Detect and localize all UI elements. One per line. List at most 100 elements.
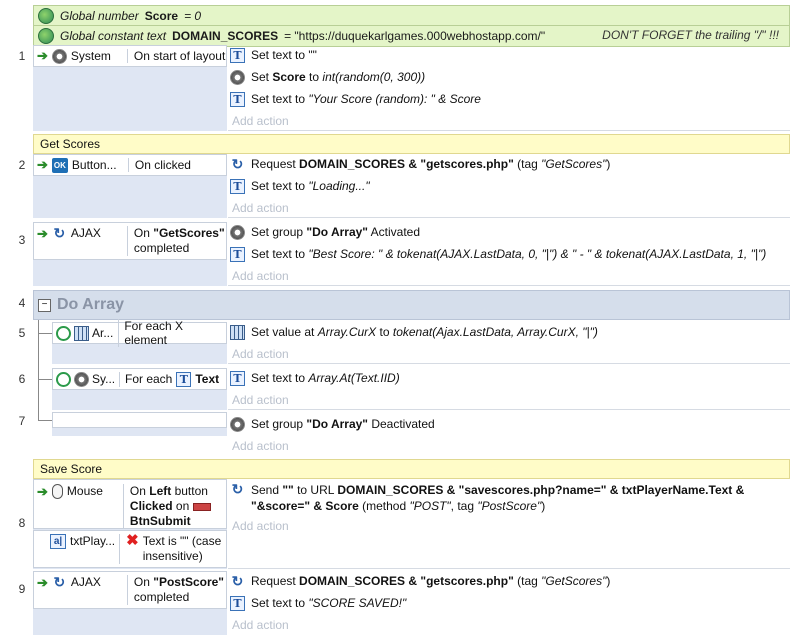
trigger-arrow-icon: ➔: [37, 575, 48, 590]
action-row[interactable]: Set group "Do Array" Activated: [230, 222, 790, 242]
condition-object-name: Text: [195, 372, 220, 386]
action-tag: "GetScores": [541, 574, 607, 588]
add-action-link[interactable]: Add action: [230, 516, 790, 536]
text-object-icon: T: [230, 595, 245, 611]
action-expr: Array.CurX: [317, 325, 377, 339]
global-prefix: Global constant text: [60, 29, 167, 43]
action-row[interactable]: Set value at Array.CurX to tokenat(Ajax.…: [230, 322, 790, 342]
action-row[interactable]: T Set text to "Your Score (random): " & S…: [230, 89, 790, 109]
action-row[interactable]: Set Score to int(random(0, 300)): [230, 67, 790, 87]
event-number: 8: [18, 516, 26, 530]
condition-text: on: [172, 499, 193, 513]
action-row[interactable]: T Set text to "": [230, 45, 790, 65]
event-number: 9: [18, 582, 26, 596]
event-7-condition[interactable]: [52, 412, 227, 428]
add-action-link[interactable]: Add action: [230, 615, 790, 635]
action-text: to: [376, 325, 393, 339]
event-6-actions: T Set text to Array.At(Text.IID) Add acti…: [228, 368, 790, 410]
action-text: to: [305, 70, 323, 84]
action-expr: "SCORE SAVED!": [308, 596, 407, 610]
action-row[interactable]: Set group "Do Array" Deactivated: [230, 414, 790, 434]
condition-text: Text is "" (case insensitive): [142, 534, 222, 563]
action-text: Set text to: [251, 247, 309, 261]
action-text: ): [606, 157, 611, 171]
sprite-button-icon: [192, 502, 211, 511]
event-9-actions: ↻ Request DOMAIN_SCORES & "getscores.php"…: [228, 571, 790, 635]
global-name: Score: [144, 9, 179, 23]
condition-text: On: [133, 575, 154, 589]
event-number: 5: [18, 326, 26, 340]
action-expr: Array.At(Text.IID): [308, 371, 400, 385]
event-8-condition-mouse[interactable]: ➔ Mouse On Left button Clicked on BtnSubm…: [33, 479, 227, 529]
action-text: Set group: [251, 225, 307, 239]
action-method: "POST": [409, 499, 451, 513]
event-8-condition-text[interactable]: a| txtPlay... ✖ Text is "" (case insensit…: [33, 530, 227, 568]
event-5-actions: Set value at Array.CurX to tokenat(Ajax.…: [228, 322, 790, 364]
condition-tag: "GetScores": [153, 226, 225, 240]
action-text: Set text to: [251, 371, 309, 385]
action-url: DOMAIN_SCORES & "getscores.php": [299, 157, 514, 171]
event-9-condition[interactable]: ➔ ↻ AJAX On "PostScore" completed: [33, 571, 227, 609]
condition-text: For each X element: [118, 319, 226, 347]
ajax-icon: ↻: [231, 155, 244, 172]
global-const-domain[interactable]: Global constant text DOMAIN_SCORES = "ht…: [33, 25, 790, 47]
mouse-icon: [51, 484, 63, 499]
condition-object: Button...: [71, 158, 117, 172]
add-action-link[interactable]: Add action: [232, 436, 790, 456]
trigger-arrow-icon: ➔: [37, 48, 48, 63]
action-text: Deactivated: [368, 417, 435, 431]
add-action-link[interactable]: Add action: [230, 344, 790, 364]
ajax-icon: ↻: [53, 574, 66, 590]
event-number: 4: [18, 296, 26, 310]
action-text: Send: [251, 483, 283, 497]
add-action-link[interactable]: Add action: [230, 390, 790, 410]
condition-text-block: On "GetScores" completed: [126, 226, 225, 256]
action-row[interactable]: T Set text to Array.At(Text.IID): [230, 368, 790, 388]
system-gear-icon: [230, 416, 245, 432]
system-gear-icon: [74, 371, 89, 387]
condition-text: On: [133, 226, 154, 240]
collapse-icon[interactable]: −: [38, 298, 51, 312]
globe-icon: [38, 28, 54, 44]
condition-object: AJAX: [70, 226, 101, 240]
action-text: Request: [251, 157, 300, 171]
group-do-array[interactable]: − Do Array: [33, 290, 790, 320]
add-action-link[interactable]: Add action: [230, 266, 790, 286]
action-row[interactable]: ↻ Request DOMAIN_SCORES & "getscores.php"…: [230, 571, 790, 591]
event-3-condition[interactable]: ➔ ↻ AJAX On "GetScores" completed: [33, 222, 227, 260]
action-expr: "Best Score: " & tokenat(AJAX.LastData, …: [308, 247, 767, 261]
tree-line: [38, 333, 52, 334]
condition-object: Sy...: [92, 372, 116, 386]
action-row[interactable]: T Set text to "Loading...": [230, 176, 790, 196]
action-tag: "PostScore": [477, 499, 542, 513]
add-action-link[interactable]: Add action: [230, 111, 790, 131]
condition-object-name: BtnSubmit: [129, 514, 191, 528]
action-data: "": [282, 483, 294, 497]
condition-click-type: Clicked: [129, 499, 173, 513]
condition-text-block: ✖ Text is "" (case insensitive): [119, 532, 233, 564]
condition-text: On start of layout: [126, 49, 225, 63]
system-gear-icon: [51, 48, 67, 64]
event-1-actions: T Set text to "" Set Score to int(random(…: [228, 45, 790, 131]
global-var-score[interactable]: Global number Score = 0: [33, 5, 790, 27]
array-icon: [74, 325, 89, 341]
global-value: = "https://duquekarlgames.000webhostapp.…: [284, 29, 546, 43]
action-row[interactable]: T Set text to "SCORE SAVED!": [230, 593, 790, 613]
action-row[interactable]: T Set text to "Best Score: " & tokenat(AJ…: [230, 244, 790, 264]
action-row[interactable]: ↻ Send "" to URL DOMAIN_SCORES & "savesc…: [230, 479, 790, 514]
action-expr: int(random(0, 300)): [322, 70, 426, 84]
event-6-condition[interactable]: Sy... For each T Text: [52, 368, 227, 390]
global-value: = 0: [184, 9, 202, 23]
invert-x-icon: ✖: [126, 532, 139, 549]
action-text: Set text to: [251, 179, 309, 193]
event-5-condition[interactable]: Ar... For each X element: [52, 319, 227, 347]
group-get-scores[interactable]: Get Scores: [33, 134, 790, 154]
action-text: ): [541, 499, 546, 513]
event-2-condition[interactable]: ➔ OK Button... On clicked: [33, 154, 227, 176]
group-save-score[interactable]: Save Score: [33, 459, 790, 479]
condition-object: System: [70, 49, 111, 63]
action-row[interactable]: ↻ Request DOMAIN_SCORES & "getscores.php"…: [230, 154, 790, 174]
global-name: DOMAIN_SCORES: [172, 29, 279, 43]
event-1-condition[interactable]: ➔ System On start of layout: [33, 45, 227, 67]
add-action-link[interactable]: Add action: [230, 198, 790, 218]
